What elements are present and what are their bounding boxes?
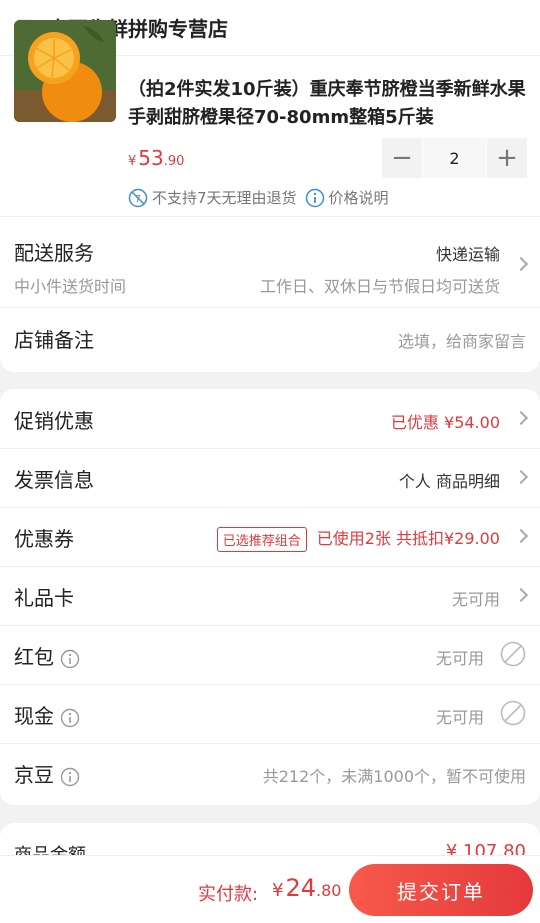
coupon-summary: 已选推荐组合 已使用2张 共抵扣¥29.00 [216,525,500,552]
unavailable-icon [500,700,526,726]
notes-input[interactable]: 选填，给商家留言 [398,328,526,352]
gift-card-label: 礼品卡 [14,586,74,610]
gift-card-row[interactable]: 礼品卡 无可用 [0,566,540,626]
price-info-text[interactable]: 价格说明 [329,187,389,208]
price-currency: ¥ [128,154,137,169]
product-price: ¥53.90 [128,146,184,170]
recommended-combo-tag: 已选推荐组合 [216,527,307,552]
promotion-value: 已优惠 ¥54.00 [390,413,500,432]
delivery-service-row[interactable]: 配送服务 快递运输 中小件送货时间 工作日、双休日与节假日均可送货 [0,216,540,308]
unavailable-icon [500,641,526,667]
no-return-icon: 7 [128,188,148,207]
invoice-value: 个人 商品明细 [398,472,500,491]
chevron-right-icon [513,528,529,544]
product-title[interactable]: （拍2件实发10斤装）重庆奉节脐橙当季新鲜水果手剥甜脐橙果径70-80mm整箱5… [128,76,528,132]
price-info-badge[interactable]: 价格说明 [305,187,389,208]
store-notes-row[interactable]: 店铺备注 选填，给商家留言 [0,308,540,368]
jingdou-row: 京豆 共212个，未满1000个，暂不可使用 [0,743,540,803]
decrease-button[interactable]: − [382,138,422,178]
invoice-row[interactable]: 发票信息 个人 商品明细 [0,448,540,508]
coupon-row[interactable]: 优惠券 已选推荐组合 已使用2张 共抵扣¥29.00 [0,507,540,567]
jingdou-label: 京豆 [14,763,54,787]
coupon-label: 优惠券 [14,527,74,551]
info-icon [305,188,324,207]
pay-decimal: .80 [316,881,342,900]
info-icon[interactable] [60,708,80,728]
chevron-right-icon [513,587,529,603]
cash-label-wrap: 现金 [14,700,80,729]
delivery-sub-label: 中小件送货时间 [14,277,127,296]
red-packet-value: 无可用 [435,649,484,668]
chevron-right-icon [513,256,529,272]
delivery-label: 配送服务 [14,241,94,265]
no-return-badge: 7 不支持7天无理由退货 [128,187,297,208]
info-icon[interactable] [60,649,80,669]
info-icon[interactable] [60,767,80,787]
product-badges: 7 不支持7天无理由退货 价格说明 [128,187,397,208]
discounts-card: 促销优惠 已优惠 ¥54.00 发票信息 个人 商品明细 优惠券 已选推荐组合已… [0,389,540,805]
delivery-sub-value: 工作日、双休日与节假日均可送货 [259,277,500,296]
pay-label: 实付款: [198,884,259,905]
coupon-value: 已使用2张 共抵扣¥29.00 [316,529,500,548]
price-decimal: .90 [163,154,185,169]
quantity-input[interactable]: 2 [423,138,486,178]
notes-label: 店铺备注 [14,328,94,352]
red-packet-row: 红包 无可用 [0,625,540,685]
promotion-label: 促销优惠 [14,409,94,433]
cash-value: 无可用 [435,708,484,727]
pay-currency: ¥ [272,880,284,901]
invoice-label: 发票信息 [14,468,94,492]
pay-amount: ¥24.80 [272,874,341,902]
cash-row: 现金 无可用 [0,684,540,744]
cash-label: 现金 [14,704,54,728]
store-card: 垚硕生鲜拼购专营店 （拍2件实发10斤装）重庆奉节脐橙当季新鲜水果手剥甜脐橙果径… [0,0,540,372]
red-packet-label: 红包 [14,645,54,669]
chevron-right-icon [513,469,529,485]
delivery-method: 快递运输 [435,245,500,264]
price-integer: 53 [138,146,164,170]
checkout-bar: 实付款: ¥24.80 提交订单 [0,855,540,923]
chevron-right-icon [513,410,529,426]
jingdou-value: 共212个，未满1000个，暂不可使用 [262,767,526,786]
increase-button[interactable]: + [487,138,527,178]
submit-order-button[interactable]: 提交订单 [349,864,533,916]
product-image[interactable] [14,20,116,122]
jingdou-label-wrap: 京豆 [14,759,80,788]
no-return-text: 不支持7天无理由退货 [152,189,297,207]
gift-card-value: 无可用 [451,590,500,609]
promotion-row[interactable]: 促销优惠 已优惠 ¥54.00 [0,389,540,449]
quantity-stepper: − 2 + [382,138,527,178]
pay-integer: 24 [285,874,316,902]
red-packet-label-wrap: 红包 [14,641,80,670]
